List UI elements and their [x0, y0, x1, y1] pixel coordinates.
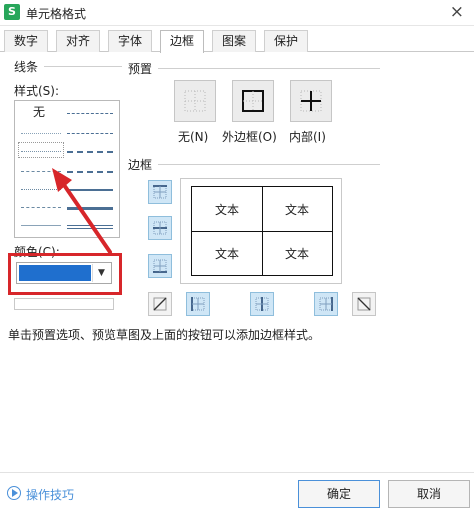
line-style-option[interactable]	[67, 113, 113, 114]
preview-horizontal-line	[192, 231, 332, 232]
border-left-button[interactable]	[186, 292, 210, 316]
border-middle-horizontal-icon	[153, 221, 167, 235]
color-preview-strip	[14, 298, 114, 310]
border-left-icon	[191, 297, 205, 311]
diagonal-up-icon	[153, 297, 167, 311]
border-right-icon	[319, 297, 333, 311]
dialog-title: 单元格格式	[26, 7, 87, 21]
border-top-icon	[153, 185, 167, 199]
line-style-option[interactable]	[67, 133, 113, 134]
tab-border[interactable]: 边框	[160, 30, 204, 53]
preset-none-button[interactable]	[174, 80, 216, 122]
border-right-button[interactable]	[314, 292, 338, 316]
annotation-arrow-icon	[52, 168, 112, 254]
border-middle-vertical-icon	[255, 297, 269, 311]
preview-grid: 文本 文本 文本 文本	[191, 186, 333, 276]
diagonal-down-icon	[357, 297, 371, 311]
tips-link[interactable]: 操作技巧	[26, 486, 74, 503]
border-top-button[interactable]	[148, 180, 172, 204]
preview-cell: 文本	[284, 203, 309, 217]
preset-none-label: 无(N)	[178, 130, 209, 144]
preview-cell: 文本	[214, 203, 239, 217]
selected-style-indicator	[18, 142, 64, 158]
close-button[interactable]: ×	[450, 2, 464, 22]
border-outline-icon	[242, 90, 264, 112]
preset-outline-button[interactable]	[232, 80, 274, 122]
preset-outline-label: 外边框(O)	[222, 130, 277, 144]
border-group-title: 边框	[128, 156, 153, 173]
preview-cell: 文本	[284, 247, 309, 261]
border-middle-vertical-button[interactable]	[250, 292, 274, 316]
line-style-option[interactable]	[21, 151, 61, 152]
preset-inside-button[interactable]	[290, 80, 332, 122]
tab-alignment[interactable]: 对齐	[56, 30, 100, 52]
border-diagonal-down-button[interactable]	[352, 292, 376, 316]
border-bottom-icon	[153, 259, 167, 273]
line-style-option[interactable]	[67, 151, 113, 153]
tab-protection[interactable]: 保护	[264, 30, 308, 52]
border-bottom-button[interactable]	[148, 254, 172, 278]
tab-font[interactable]: 字体	[108, 30, 152, 52]
help-text: 单击预置选项、预览草图及上面的按钮可以添加边框样式。	[8, 328, 321, 342]
preset-inside-label: 内部(I)	[289, 130, 326, 144]
border-middle-horizontal-button[interactable]	[148, 216, 172, 240]
cancel-button[interactable]: 取消	[388, 480, 470, 508]
tab-pattern[interactable]: 图案	[212, 30, 256, 52]
line-group-title: 线条	[14, 58, 39, 75]
border-group-divider	[158, 164, 380, 165]
footer-divider	[0, 472, 474, 473]
border-none-icon	[184, 90, 206, 112]
play-tips-icon[interactable]	[7, 486, 21, 500]
line-style-option[interactable]	[21, 133, 61, 134]
preset-group-divider	[158, 68, 380, 69]
tab-bar: 数字 对齐 字体 边框 图案 保护	[0, 30, 474, 53]
preview-cell: 文本	[214, 247, 239, 261]
line-style-none[interactable]: 无	[33, 103, 45, 120]
title-bar: S 单元格格式 ×	[0, 0, 474, 26]
ok-button[interactable]: 确定	[298, 480, 380, 508]
border-diagonal-up-button[interactable]	[148, 292, 172, 316]
border-inside-icon	[300, 90, 322, 112]
style-label: 样式(S):	[14, 82, 60, 99]
line-group-divider	[44, 66, 122, 67]
preset-group-title: 预置	[128, 60, 153, 77]
app-logo-icon: S	[4, 4, 20, 20]
tab-number[interactable]: 数字	[4, 30, 48, 52]
border-preview[interactable]: 文本 文本 文本 文本	[180, 178, 342, 284]
